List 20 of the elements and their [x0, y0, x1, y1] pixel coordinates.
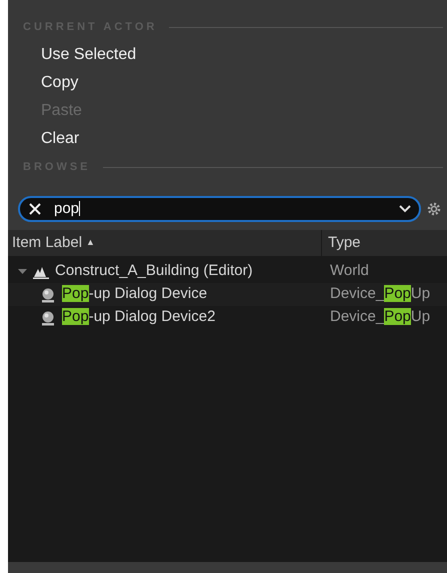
- item-label: Pop-up Dialog Device2: [62, 307, 216, 328]
- search-text: pop: [54, 198, 82, 219]
- search-field[interactable]: pop: [18, 196, 421, 222]
- item-type: Device_PopUp: [329, 284, 430, 304]
- settings-icon[interactable]: [425, 200, 443, 218]
- tree-row[interactable]: Pop-up Dialog Device Device_PopUp: [8, 283, 447, 306]
- mountain-icon: [33, 264, 49, 278]
- sphere-icon: [40, 310, 56, 326]
- chevron-down-icon[interactable]: [399, 205, 411, 213]
- item-type: Device_PopUp: [329, 307, 430, 328]
- close-icon[interactable]: [28, 202, 42, 216]
- item-type: World: [329, 261, 369, 282]
- item-label: Pop-up Dialog Device: [62, 284, 208, 304]
- column-header[interactable]: Type: [322, 230, 447, 256]
- caret-down-icon[interactable]: [18, 267, 27, 276]
- item-label: Construct_A_Building (Editor): [55, 261, 253, 282]
- menu-item[interactable]: Copy: [41, 71, 78, 95]
- menu-item[interactable]: Clear: [41, 127, 80, 151]
- sphere-icon: [40, 286, 56, 302]
- menu-item[interactable]: Use Selected: [41, 43, 136, 67]
